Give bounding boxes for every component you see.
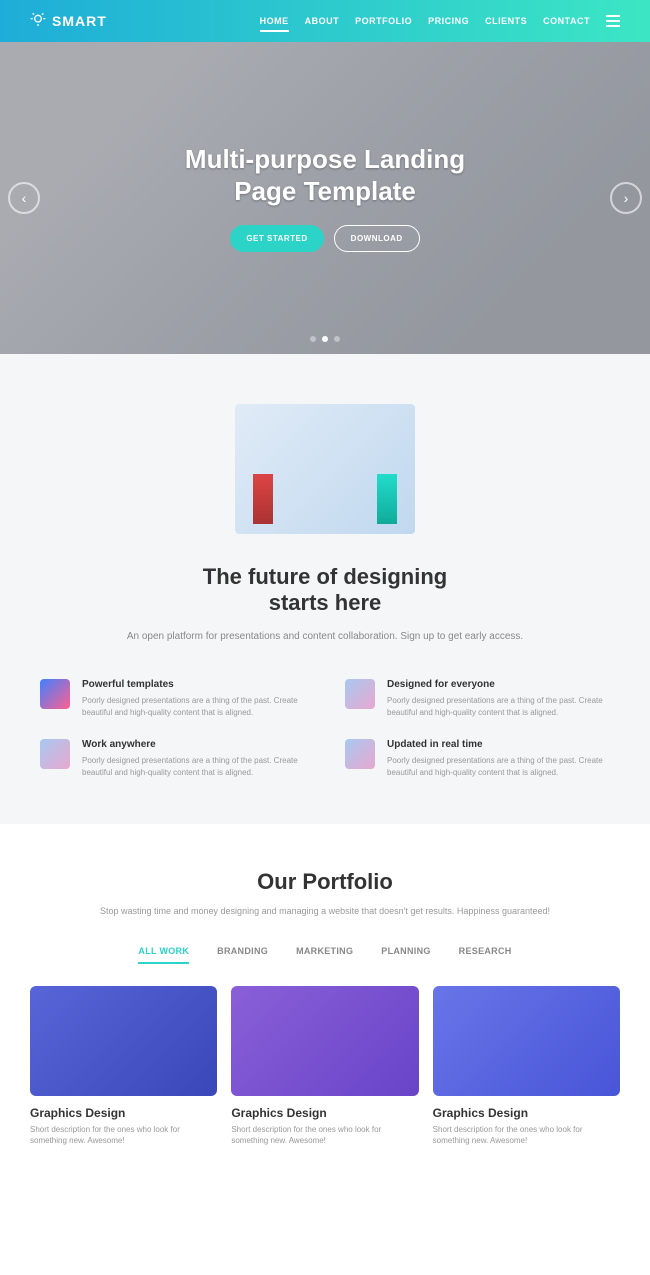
feature-item: Updated in real time Poorly designed pres… xyxy=(345,739,610,779)
tab-branding[interactable]: BRANDING xyxy=(217,946,268,964)
lightbulb-icon xyxy=(30,12,46,31)
globe-icon xyxy=(40,739,70,769)
download-button[interactable]: DOWNLOAD xyxy=(334,225,420,252)
nav-about[interactable]: ABOUT xyxy=(305,16,340,26)
realtime-icon xyxy=(345,739,375,769)
dot[interactable] xyxy=(310,336,316,342)
dot[interactable] xyxy=(322,336,328,342)
feature-item: Designed for everyone Poorly designed pre… xyxy=(345,679,610,719)
feature-item: Work anywhere Poorly designed presentatio… xyxy=(40,739,305,779)
card-image xyxy=(433,986,620,1096)
card-image xyxy=(30,986,217,1096)
feature-desc: Poorly designed presentations are a thin… xyxy=(387,695,610,719)
feature-title: Powerful templates xyxy=(82,679,305,690)
nav-contact[interactable]: CONTACT xyxy=(543,16,590,26)
card-title: Graphics Design xyxy=(231,1106,418,1120)
portfolio-section: Our Portfolio Stop wasting time and mone… xyxy=(0,824,650,1192)
nav: HOME ABOUT PORTFOLIO PRICING CLIENTS CON… xyxy=(260,15,620,27)
brand-text: SMART xyxy=(52,13,107,29)
carousel-dots xyxy=(310,336,340,342)
card-desc: Short description for the ones who look … xyxy=(30,1124,217,1146)
about-subtitle: An open platform for presentations and c… xyxy=(40,629,610,644)
dot[interactable] xyxy=(334,336,340,342)
portfolio-card[interactable]: Graphics Design Short description for th… xyxy=(30,986,217,1146)
about-section: The future of designing starts here An o… xyxy=(0,354,650,824)
about-title: The future of designing starts here xyxy=(40,564,610,617)
hero: ‹ › Multi-purpose Landing Page Template … xyxy=(0,42,650,354)
portfolio-tabs: ALL WORK BRANDING MARKETING PLANNING RES… xyxy=(30,946,620,964)
nav-pricing[interactable]: PRICING xyxy=(428,16,469,26)
hamburger-icon[interactable] xyxy=(606,15,620,27)
card-title: Graphics Design xyxy=(30,1106,217,1120)
hero-buttons: GET STARTED DOWNLOAD xyxy=(230,225,419,252)
feature-title: Designed for everyone xyxy=(387,679,610,690)
portfolio-title: Our Portfolio xyxy=(30,869,620,895)
portfolio-card[interactable]: Graphics Design Short description for th… xyxy=(231,986,418,1146)
carousel-prev-icon[interactable]: ‹ xyxy=(8,182,40,214)
header: SMART HOME ABOUT PORTFOLIO PRICING CLIEN… xyxy=(0,0,650,42)
feature-desc: Poorly designed presentations are a thin… xyxy=(387,755,610,779)
nav-clients[interactable]: CLIENTS xyxy=(485,16,527,26)
card-desc: Short description for the ones who look … xyxy=(433,1124,620,1146)
feature-item: Powerful templates Poorly designed presen… xyxy=(40,679,305,719)
tab-planning[interactable]: PLANNING xyxy=(381,946,430,964)
feature-title: Work anywhere xyxy=(82,739,305,750)
tab-research[interactable]: RESEARCH xyxy=(459,946,512,964)
hero-title: Multi-purpose Landing Page Template xyxy=(185,144,465,206)
template-icon xyxy=(40,679,70,709)
feature-desc: Poorly designed presentations are a thin… xyxy=(82,755,305,779)
card-desc: Short description for the ones who look … xyxy=(231,1124,418,1146)
features-grid: Powerful templates Poorly designed presen… xyxy=(40,679,610,779)
feature-desc: Poorly designed presentations are a thin… xyxy=(82,695,305,719)
people-icon xyxy=(345,679,375,709)
portfolio-card[interactable]: Graphics Design Short description for th… xyxy=(433,986,620,1146)
logo[interactable]: SMART xyxy=(30,12,107,31)
portfolio-subtitle: Stop wasting time and money designing an… xyxy=(30,905,620,919)
tab-marketing[interactable]: MARKETING xyxy=(296,946,353,964)
nav-home[interactable]: HOME xyxy=(260,16,289,26)
carousel-next-icon[interactable]: › xyxy=(610,182,642,214)
card-image xyxy=(231,986,418,1096)
tab-all-work[interactable]: ALL WORK xyxy=(138,946,189,964)
get-started-button[interactable]: GET STARTED xyxy=(230,225,323,252)
nav-portfolio[interactable]: PORTFOLIO xyxy=(355,16,412,26)
feature-title: Updated in real time xyxy=(387,739,610,750)
card-title: Graphics Design xyxy=(433,1106,620,1120)
about-illustration xyxy=(235,404,415,534)
portfolio-cards: Graphics Design Short description for th… xyxy=(30,986,620,1146)
